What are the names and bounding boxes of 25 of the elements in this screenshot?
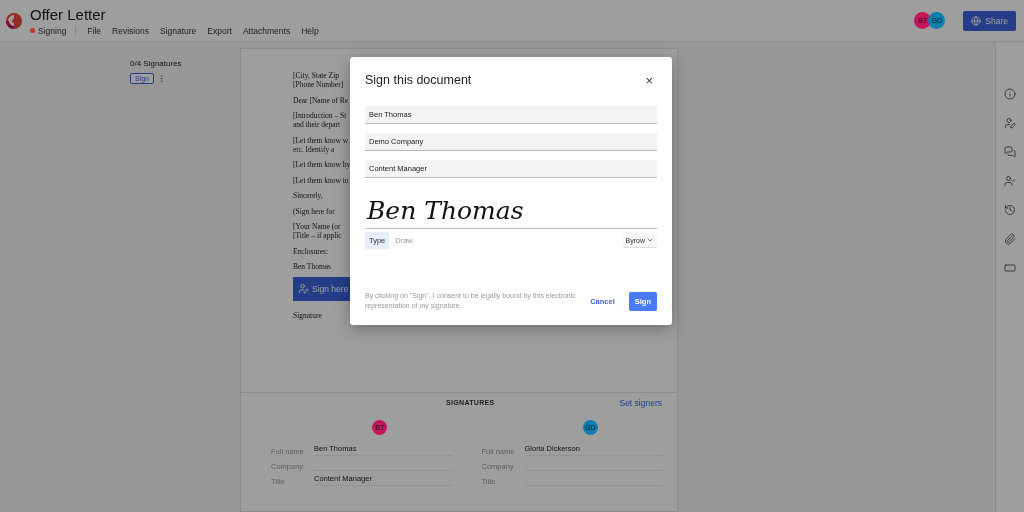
person-pen-icon[interactable]	[1004, 117, 1016, 129]
comments-icon[interactable]	[1004, 146, 1016, 158]
set-signers-link[interactable]: Set signers	[619, 397, 662, 408]
panel-icon[interactable]	[1004, 262, 1016, 274]
document-title: Offer Letter	[30, 5, 107, 23]
globe-icon	[971, 15, 982, 26]
menu-item[interactable]: Export	[207, 25, 232, 36]
person-pen-icon	[298, 283, 309, 294]
menu-item[interactable]: Help	[301, 25, 319, 36]
info-icon[interactable]	[1004, 88, 1016, 100]
menu-item[interactable]: File	[87, 25, 102, 36]
share-button[interactable]: Share	[963, 10, 1016, 31]
signature-preview: Ben Thomas	[365, 196, 524, 225]
more-icon[interactable]	[157, 74, 166, 83]
dialog-title: Sign this document	[365, 73, 472, 87]
menu-item[interactable]: Signature	[159, 25, 197, 36]
paperclip-icon[interactable]	[1004, 233, 1016, 245]
close-button[interactable]: ×	[641, 73, 657, 87]
caret-icon	[646, 236, 654, 244]
menu-item[interactable]: Attachments	[242, 25, 291, 36]
menu-item[interactable]: Revisions	[112, 25, 149, 36]
signature-count: 0/4 Signatures	[130, 59, 183, 68]
person-check-icon[interactable]	[1004, 175, 1016, 187]
history-icon[interactable]	[1004, 204, 1016, 216]
status-text: Signing	[38, 25, 67, 36]
